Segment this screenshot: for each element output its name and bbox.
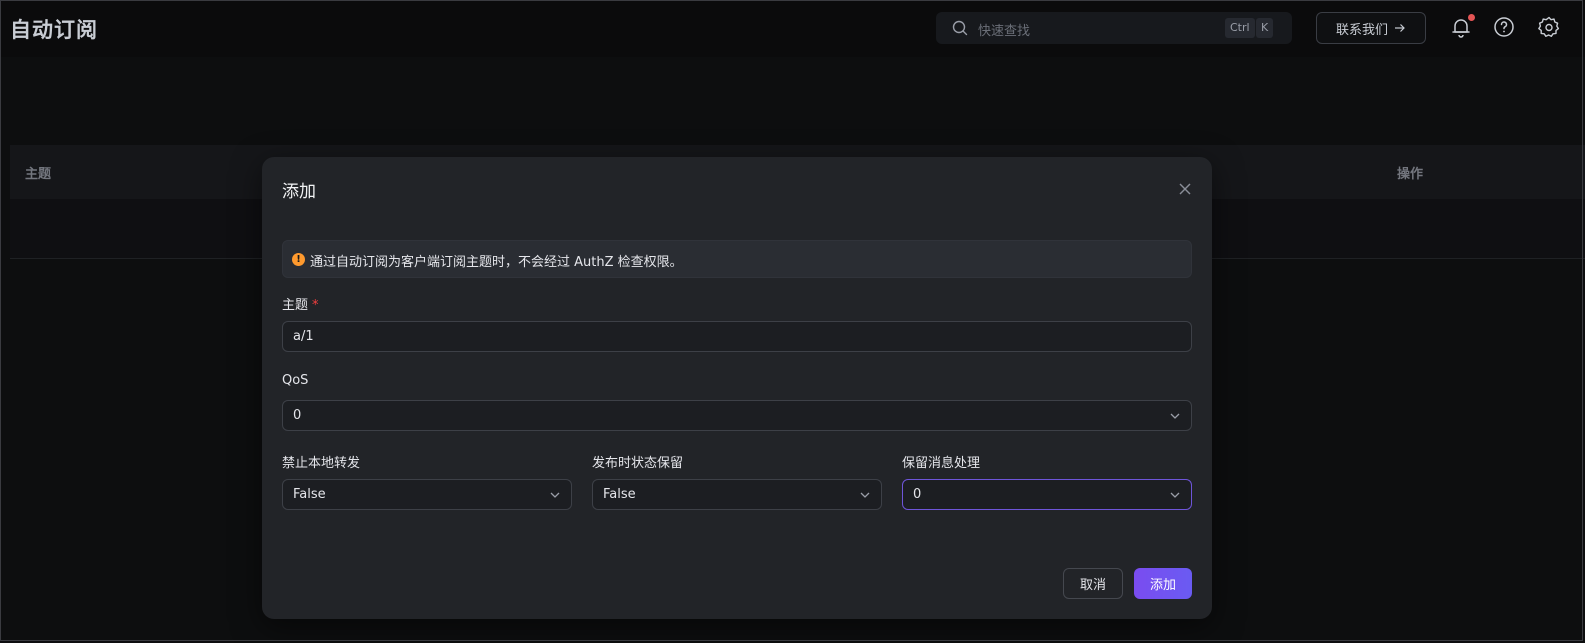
notification-badge <box>1467 13 1476 22</box>
gear-icon[interactable] <box>1537 15 1561 39</box>
retain-as-published-value: False <box>603 487 636 502</box>
search-placeholder: 快速查找 <box>978 24 1031 39</box>
chevron-down-icon <box>1170 492 1180 498</box>
page-title: 自动订阅 <box>10 18 98 42</box>
info-alert: ! 通过自动订阅为客户端订阅主题时，不会经过 AuthZ 检查权限。 <box>282 240 1192 278</box>
contact-us-label: 联系我们 <box>1335 22 1388 38</box>
topic-label-text: 主题 <box>282 298 309 313</box>
chevron-down-icon <box>550 492 560 498</box>
contact-us-button[interactable]: 联系我们 <box>1316 12 1426 44</box>
retain-as-published-label: 发布时状态保留 <box>592 456 684 471</box>
qos-label: QoS <box>282 373 309 388</box>
search-box[interactable]: 快速查找 Ctrl K <box>936 12 1292 44</box>
topic-input[interactable]: a/1 <box>282 321 1192 352</box>
qos-select-value: 0 <box>293 408 302 423</box>
arrow-right-icon <box>1395 24 1405 32</box>
add-button[interactable]: 添加 <box>1134 568 1192 599</box>
retain-as-published-select[interactable]: False <box>592 479 882 510</box>
add-dialog: 添加 ! 通过自动订阅为客户端订阅主题时，不会经过 AuthZ 检查权限。 主题… <box>262 157 1212 619</box>
close-icon[interactable] <box>1177 181 1193 197</box>
chevron-down-icon <box>860 492 870 498</box>
warning-icon: ! <box>292 253 305 266</box>
topic-label: 主题 * <box>282 294 319 313</box>
help-icon[interactable] <box>1492 15 1516 39</box>
chevron-down-icon <box>1170 413 1180 419</box>
topic-input-value: a/1 <box>293 329 314 344</box>
required-mark: * <box>312 298 319 313</box>
no-local-value: False <box>293 487 326 502</box>
cancel-button[interactable]: 取消 <box>1063 568 1123 599</box>
retain-handling-value: 0 <box>913 487 922 502</box>
qos-select[interactable]: 0 <box>282 400 1192 431</box>
shortcut-key-k: K <box>1256 18 1274 38</box>
retain-handling-select[interactable]: 0 <box>902 479 1192 510</box>
search-icon <box>952 20 968 36</box>
alert-text: 通过自动订阅为客户端订阅主题时，不会经过 AuthZ 检查权限。 <box>310 255 683 270</box>
retain-handling-label: 保留消息处理 <box>902 456 981 471</box>
top-bar: 自动订阅 快速查找 Ctrl K 联系我们 <box>0 0 1585 57</box>
shortcut-key-ctrl: Ctrl <box>1225 18 1255 38</box>
no-local-label: 禁止本地转发 <box>282 456 361 471</box>
dialog-title: 添加 <box>282 182 316 202</box>
no-local-select[interactable]: False <box>282 479 572 510</box>
